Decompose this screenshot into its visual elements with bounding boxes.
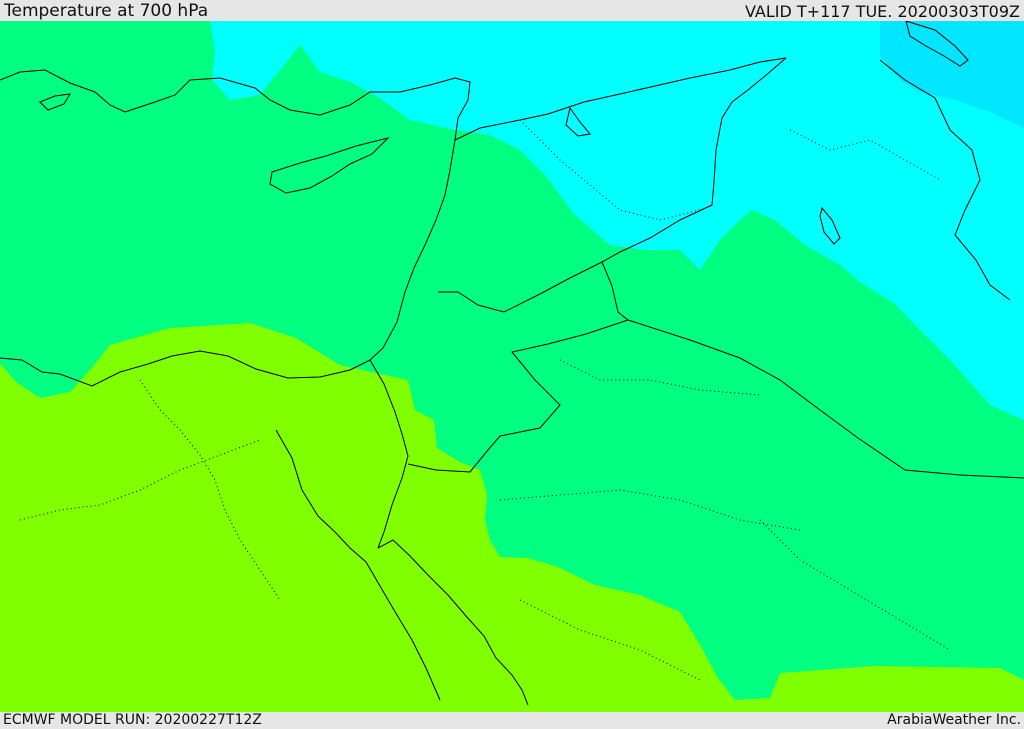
- map-title: Temperature at 700 hPa: [4, 1, 209, 21]
- header-bar: Temperature at 700 hPa VALID T+117 TUE. …: [0, 0, 1024, 21]
- credit-label: ArabiaWeather Inc.: [887, 712, 1021, 728]
- weather-map-frame: Temperature at 700 hPa VALID T+117 TUE. …: [0, 0, 1024, 729]
- valid-time-label: VALID T+117 TUE. 20200303T09Z: [744, 2, 1020, 21]
- map-panel: [0, 21, 1024, 712]
- temperature-map: [0, 21, 1024, 712]
- footer-bar: ECMWF MODEL RUN: 20200227T12Z ArabiaWeat…: [0, 712, 1024, 729]
- model-run-label: ECMWF MODEL RUN: 20200227T12Z: [3, 712, 262, 728]
